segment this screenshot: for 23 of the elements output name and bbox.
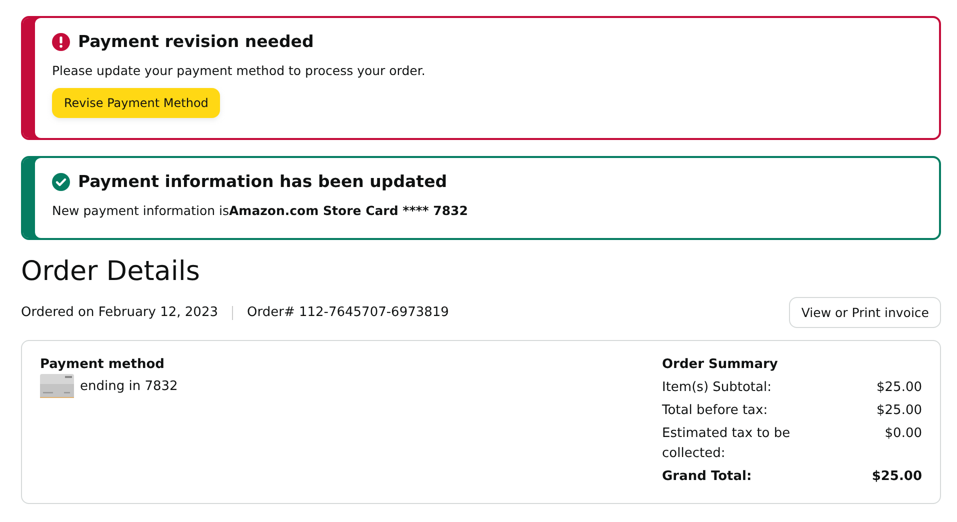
order-number: Order# 112-7645707-6973819 [247, 305, 449, 320]
section-heading: Payment method [40, 357, 166, 372]
summary-label: Total before tax: [662, 402, 769, 420]
summary-label: Grand Total: [662, 468, 753, 486]
card-ending: ending in 7832 [80, 378, 178, 394]
summary-value: $0.00 [884, 425, 922, 443]
alert-title: Payment information has been updated [78, 172, 448, 191]
summary-value: $25.00 [876, 379, 922, 397]
alert-message: New payment information isAmazon.com Store Card **** 7832 [52, 203, 469, 218]
page-heading: Order Details [21, 256, 201, 287]
summary-value: $25.00 [876, 402, 922, 420]
alert-title: Payment revision needed [78, 32, 314, 51]
check-icon [52, 172, 70, 190]
order-date: Ordered on February 12, 2023 [21, 305, 218, 320]
revise-payment-button[interactable]: Revise Payment Method [52, 88, 220, 118]
error-icon [52, 32, 70, 50]
invoice-button[interactable]: View or Print invoice [789, 297, 941, 328]
card-icon [40, 374, 74, 398]
summary-label: Estimated tax to be collected: [662, 425, 792, 463]
alert-message: Please update your payment method to process your order. [52, 63, 426, 78]
summary-value: $25.00 [872, 468, 922, 486]
section-heading: Order Summary [662, 357, 779, 372]
summary-label: Item(s) Subtotal: [662, 379, 772, 397]
